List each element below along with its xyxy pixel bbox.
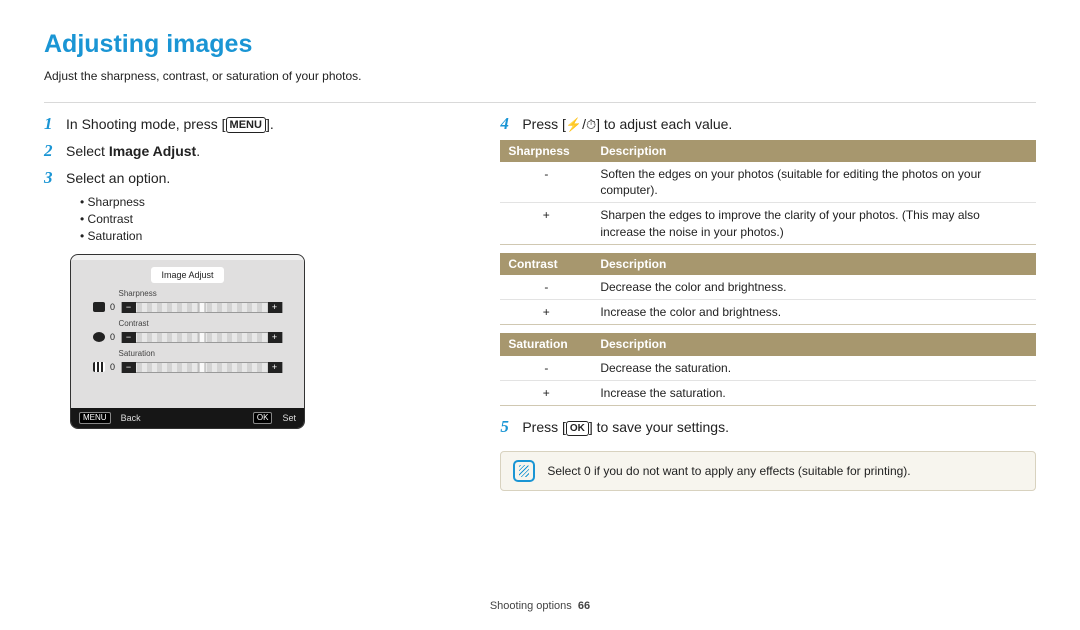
- set-label: Set: [282, 412, 296, 424]
- step2-pre: Select: [66, 143, 109, 159]
- left-column: 1 In Shooting mode, press [MENU]. 2 Sele…: [44, 113, 500, 491]
- table-cell-sign: +: [500, 380, 592, 405]
- table-header: Description: [592, 140, 1036, 162]
- table-row: - Soften the edges on your photos (suita…: [500, 162, 1036, 203]
- ok-button-label: OK: [566, 421, 589, 436]
- step-4: 4 Press [/] to adjust each value.: [500, 113, 1036, 136]
- divider: [44, 102, 1036, 103]
- menu-button-label: MENU: [226, 117, 266, 133]
- sharpness-icon: [93, 302, 105, 312]
- step-5: 5 Press [OK] to save your settings.: [500, 416, 1036, 439]
- slider-thumb: [198, 362, 205, 373]
- back-label: Back: [121, 412, 141, 424]
- plus-end-icon: +: [268, 332, 282, 343]
- table-row: + Sharpen the edges to improve the clari…: [500, 203, 1036, 244]
- step5-post: ] to save your settings.: [589, 419, 729, 435]
- table-cell-desc: Increase the color and brightness.: [592, 300, 1036, 325]
- camera-row-label: Contrast: [119, 319, 283, 330]
- footer-page-number: 66: [578, 600, 590, 612]
- minus-end-icon: −: [122, 362, 136, 373]
- step-3: 3 Select an option.: [44, 167, 470, 190]
- flash-icon: [566, 116, 582, 132]
- contrast-icon: [93, 332, 105, 342]
- table-row: + Increase the saturation.: [500, 380, 1036, 405]
- step-number: 5: [500, 416, 522, 439]
- step3-text: Select an option.: [66, 167, 170, 188]
- option-bullets: Sharpness Contrast Saturation: [80, 194, 470, 245]
- table-cell-sign: -: [500, 275, 592, 300]
- table-row: - Decrease the saturation.: [500, 356, 1036, 381]
- step-1: 1 In Shooting mode, press [MENU].: [44, 113, 470, 136]
- step-number: 2: [44, 140, 66, 163]
- step4-post: ] to adjust each value.: [596, 116, 732, 132]
- table-header: Sharpness: [500, 140, 592, 162]
- table-cell-desc: Increase the saturation.: [592, 380, 1036, 405]
- bullet-item: Saturation: [80, 228, 470, 244]
- camera-row-label: Sharpness: [119, 289, 283, 300]
- saturation-icon: [93, 362, 105, 372]
- slider-thumb: [198, 302, 205, 313]
- camera-screen-title: Image Adjust: [151, 267, 223, 283]
- bullet-item: Contrast: [80, 211, 470, 227]
- timer-icon: [586, 116, 596, 132]
- note-icon: [513, 460, 535, 482]
- table-cell-desc: Soften the edges on your photos (suitabl…: [592, 162, 1036, 203]
- camera-row-value: 0: [109, 331, 117, 343]
- table-header: Saturation: [500, 333, 592, 355]
- minus-end-icon: −: [122, 332, 136, 343]
- sharpness-table: Sharpness Description - Soften the edges…: [500, 140, 1036, 245]
- ok-badge-icon: OK: [253, 412, 273, 425]
- table-cell-desc: Decrease the color and brightness.: [592, 275, 1036, 300]
- table-header: Description: [592, 333, 1036, 355]
- step2-bold: Image Adjust: [109, 143, 196, 159]
- step-number: 4: [500, 113, 522, 136]
- table-row: + Increase the color and brightness.: [500, 300, 1036, 325]
- camera-screen-illustration: Image Adjust Sharpness 0 − + Contra: [70, 254, 305, 429]
- step5-pre: Press [: [522, 419, 566, 435]
- step4-pre: Press [: [522, 116, 566, 132]
- camera-slider: − +: [121, 362, 283, 373]
- note-text: Select 0 if you do not want to apply any…: [547, 463, 910, 479]
- table-header: Contrast: [500, 253, 592, 275]
- plus-end-icon: +: [268, 302, 282, 313]
- camera-row-label: Saturation: [119, 349, 283, 360]
- camera-row-saturation: Saturation 0 − +: [93, 349, 283, 373]
- camera-row-contrast: Contrast 0 − +: [93, 319, 283, 343]
- step2-post: .: [196, 143, 200, 159]
- bullet-item: Sharpness: [80, 194, 470, 210]
- table-cell-sign: +: [500, 300, 592, 325]
- step-2: 2 Select Image Adjust.: [44, 140, 470, 163]
- table-cell-sign: -: [500, 356, 592, 381]
- camera-row-value: 0: [109, 361, 117, 373]
- page-footer: Shooting options 66: [0, 599, 1080, 614]
- step-number: 1: [44, 113, 66, 136]
- step1-post: ].: [266, 116, 274, 132]
- slider-thumb: [198, 332, 205, 343]
- menu-badge-icon: MENU: [79, 412, 111, 425]
- camera-row-sharpness: Sharpness 0 − +: [93, 289, 283, 313]
- camera-footer: MENU Back OK Set: [71, 408, 304, 429]
- page-subtitle: Adjust the sharpness, contrast, or satur…: [44, 68, 1036, 84]
- table-cell-desc: Sharpen the edges to improve the clarity…: [592, 203, 1036, 244]
- table-row: - Decrease the color and brightness.: [500, 275, 1036, 300]
- note-box: Select 0 if you do not want to apply any…: [500, 451, 1036, 491]
- table-cell-desc: Decrease the saturation.: [592, 356, 1036, 381]
- footer-section: Shooting options: [490, 600, 572, 612]
- camera-slider: − +: [121, 332, 283, 343]
- plus-end-icon: +: [268, 362, 282, 373]
- page-title: Adjusting images: [44, 28, 1036, 62]
- step1-pre: In Shooting mode, press [: [66, 116, 226, 132]
- saturation-table: Saturation Description - Decrease the sa…: [500, 333, 1036, 406]
- camera-slider: − +: [121, 302, 283, 313]
- minus-end-icon: −: [122, 302, 136, 313]
- table-cell-sign: +: [500, 203, 592, 244]
- table-header: Description: [592, 253, 1036, 275]
- contrast-table: Contrast Description - Decrease the colo…: [500, 253, 1036, 326]
- table-cell-sign: -: [500, 162, 592, 203]
- right-column: 4 Press [/] to adjust each value. Sharpn…: [500, 113, 1036, 491]
- camera-row-value: 0: [109, 301, 117, 313]
- step-number: 3: [44, 167, 66, 190]
